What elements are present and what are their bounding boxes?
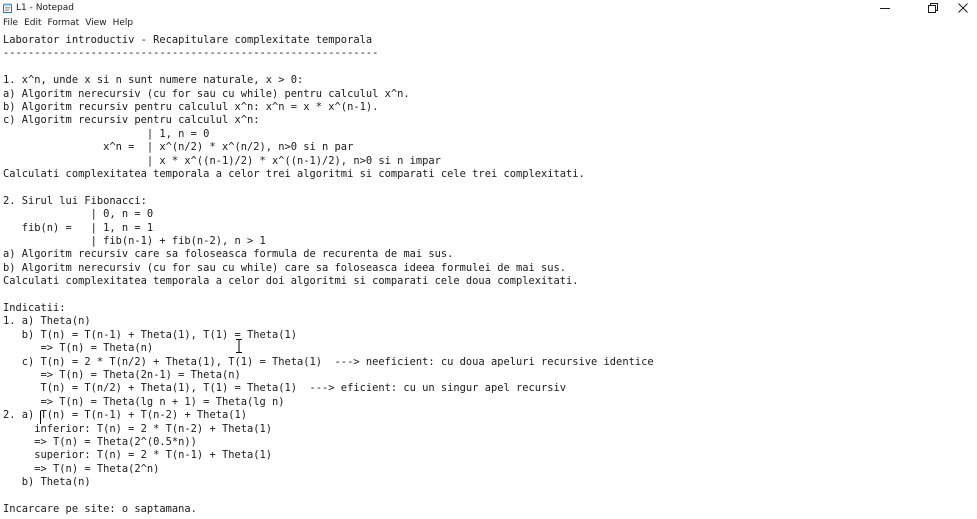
close-icon: [958, 3, 968, 13]
text-line[interactable]: b) Theta(n): [3, 476, 91, 489]
menu-help[interactable]: Help: [110, 17, 137, 29]
menu-format[interactable]: Format: [45, 17, 83, 29]
text-line[interactable]: a) Algoritm nerecursiv (cu for sau cu wh…: [3, 88, 410, 101]
close-button[interactable]: [940, 0, 977, 16]
text-line[interactable]: | fib(n-1) + fib(n-2), n > 1: [3, 235, 266, 248]
menu-bar: File Edit Format View Help: [0, 16, 977, 30]
text-line[interactable]: ----------------------------------------…: [3, 47, 378, 60]
minimize-icon: [880, 8, 890, 9]
text-line[interactable]: | x * x^((n-1)/2) * x^((n-1)/2), n>0 si …: [3, 155, 441, 168]
text-line[interactable]: => T(n) = Theta(n): [3, 342, 154, 355]
text-line[interactable]: 1. a) Theta(n): [3, 315, 91, 328]
text-line[interactable]: inferior: T(n) = 2 * T(n-2) + Theta(1): [3, 423, 272, 436]
text-line[interactable]: a) Algoritm recursiv care sa foloseasca …: [3, 248, 453, 261]
text-line[interactable]: => T(n) = Theta(lg n + 1) = Theta(lg n): [3, 396, 285, 409]
text-line[interactable]: x^n = | x^(n/2) * x^(n/2), n>0 si n par: [3, 141, 353, 154]
title-bar[interactable]: L1 - Notepad: [0, 0, 977, 16]
text-line[interactable]: b) Algoritm recursiv pentru calculul x^n…: [3, 101, 378, 114]
text-line[interactable]: 2. a) T(n) = T(n-1) + T(n-2) + Theta(1): [3, 409, 247, 422]
text-line[interactable]: Incarcare pe site: o saptamana.: [3, 503, 197, 516]
text-line[interactable]: => T(n) = Theta(2^(0.5*n)): [3, 436, 197, 449]
text-line[interactable]: 1. x^n, unde x si n sunt numere naturale…: [3, 74, 303, 87]
text-line[interactable]: | 0, n = 0: [3, 208, 154, 221]
menu-view[interactable]: View: [82, 17, 109, 29]
menu-file[interactable]: File: [0, 17, 21, 29]
text-line[interactable]: => T(n) = Theta(2n-1) = Theta(n): [3, 369, 241, 382]
text-editor-area[interactable]: Laborator introductiv - Recapitulare com…: [0, 31, 977, 519]
text-line[interactable]: Calculati complexitatea temporala a celo…: [3, 275, 579, 288]
window-title: L1 - Notepad: [16, 3, 74, 13]
minimize-button[interactable]: [862, 0, 908, 16]
text-line[interactable]: c) T(n) = 2 * T(n/2) + Theta(1), T(1) = …: [3, 356, 654, 369]
text-line[interactable]: Calculati complexitatea temporala a celo…: [3, 168, 585, 181]
text-line[interactable]: b) Algoritm nerecursiv (cu for sau cu wh…: [3, 262, 566, 275]
text-line[interactable]: | 1, n = 0: [3, 128, 210, 141]
text-line[interactable]: 2. Sirul lui Fibonacci:: [3, 195, 147, 208]
text-line[interactable]: T(n) = T(n/2) + Theta(1), T(1) = Theta(1…: [3, 382, 566, 395]
text-line[interactable]: superior: T(n) = 2 * T(n-1) + Theta(1): [3, 449, 272, 462]
notepad-app-icon: [3, 3, 12, 13]
text-line[interactable]: fib(n) = | 1, n = 1: [3, 222, 153, 235]
text-line[interactable]: b) T(n) = T(n-1) + Theta(1), T(1) = Thet…: [3, 329, 297, 342]
menu-edit[interactable]: Edit: [21, 17, 44, 29]
text-line[interactable]: c) Algoritm recursiv pentru calculul x^n…: [3, 114, 259, 127]
restore-icon: [928, 3, 938, 13]
text-line[interactable]: Indicatii:: [3, 302, 66, 315]
text-line[interactable]: Laborator introductiv - Recapitulare com…: [3, 34, 372, 47]
text-line[interactable]: => T(n) = Theta(2^n): [3, 463, 159, 476]
